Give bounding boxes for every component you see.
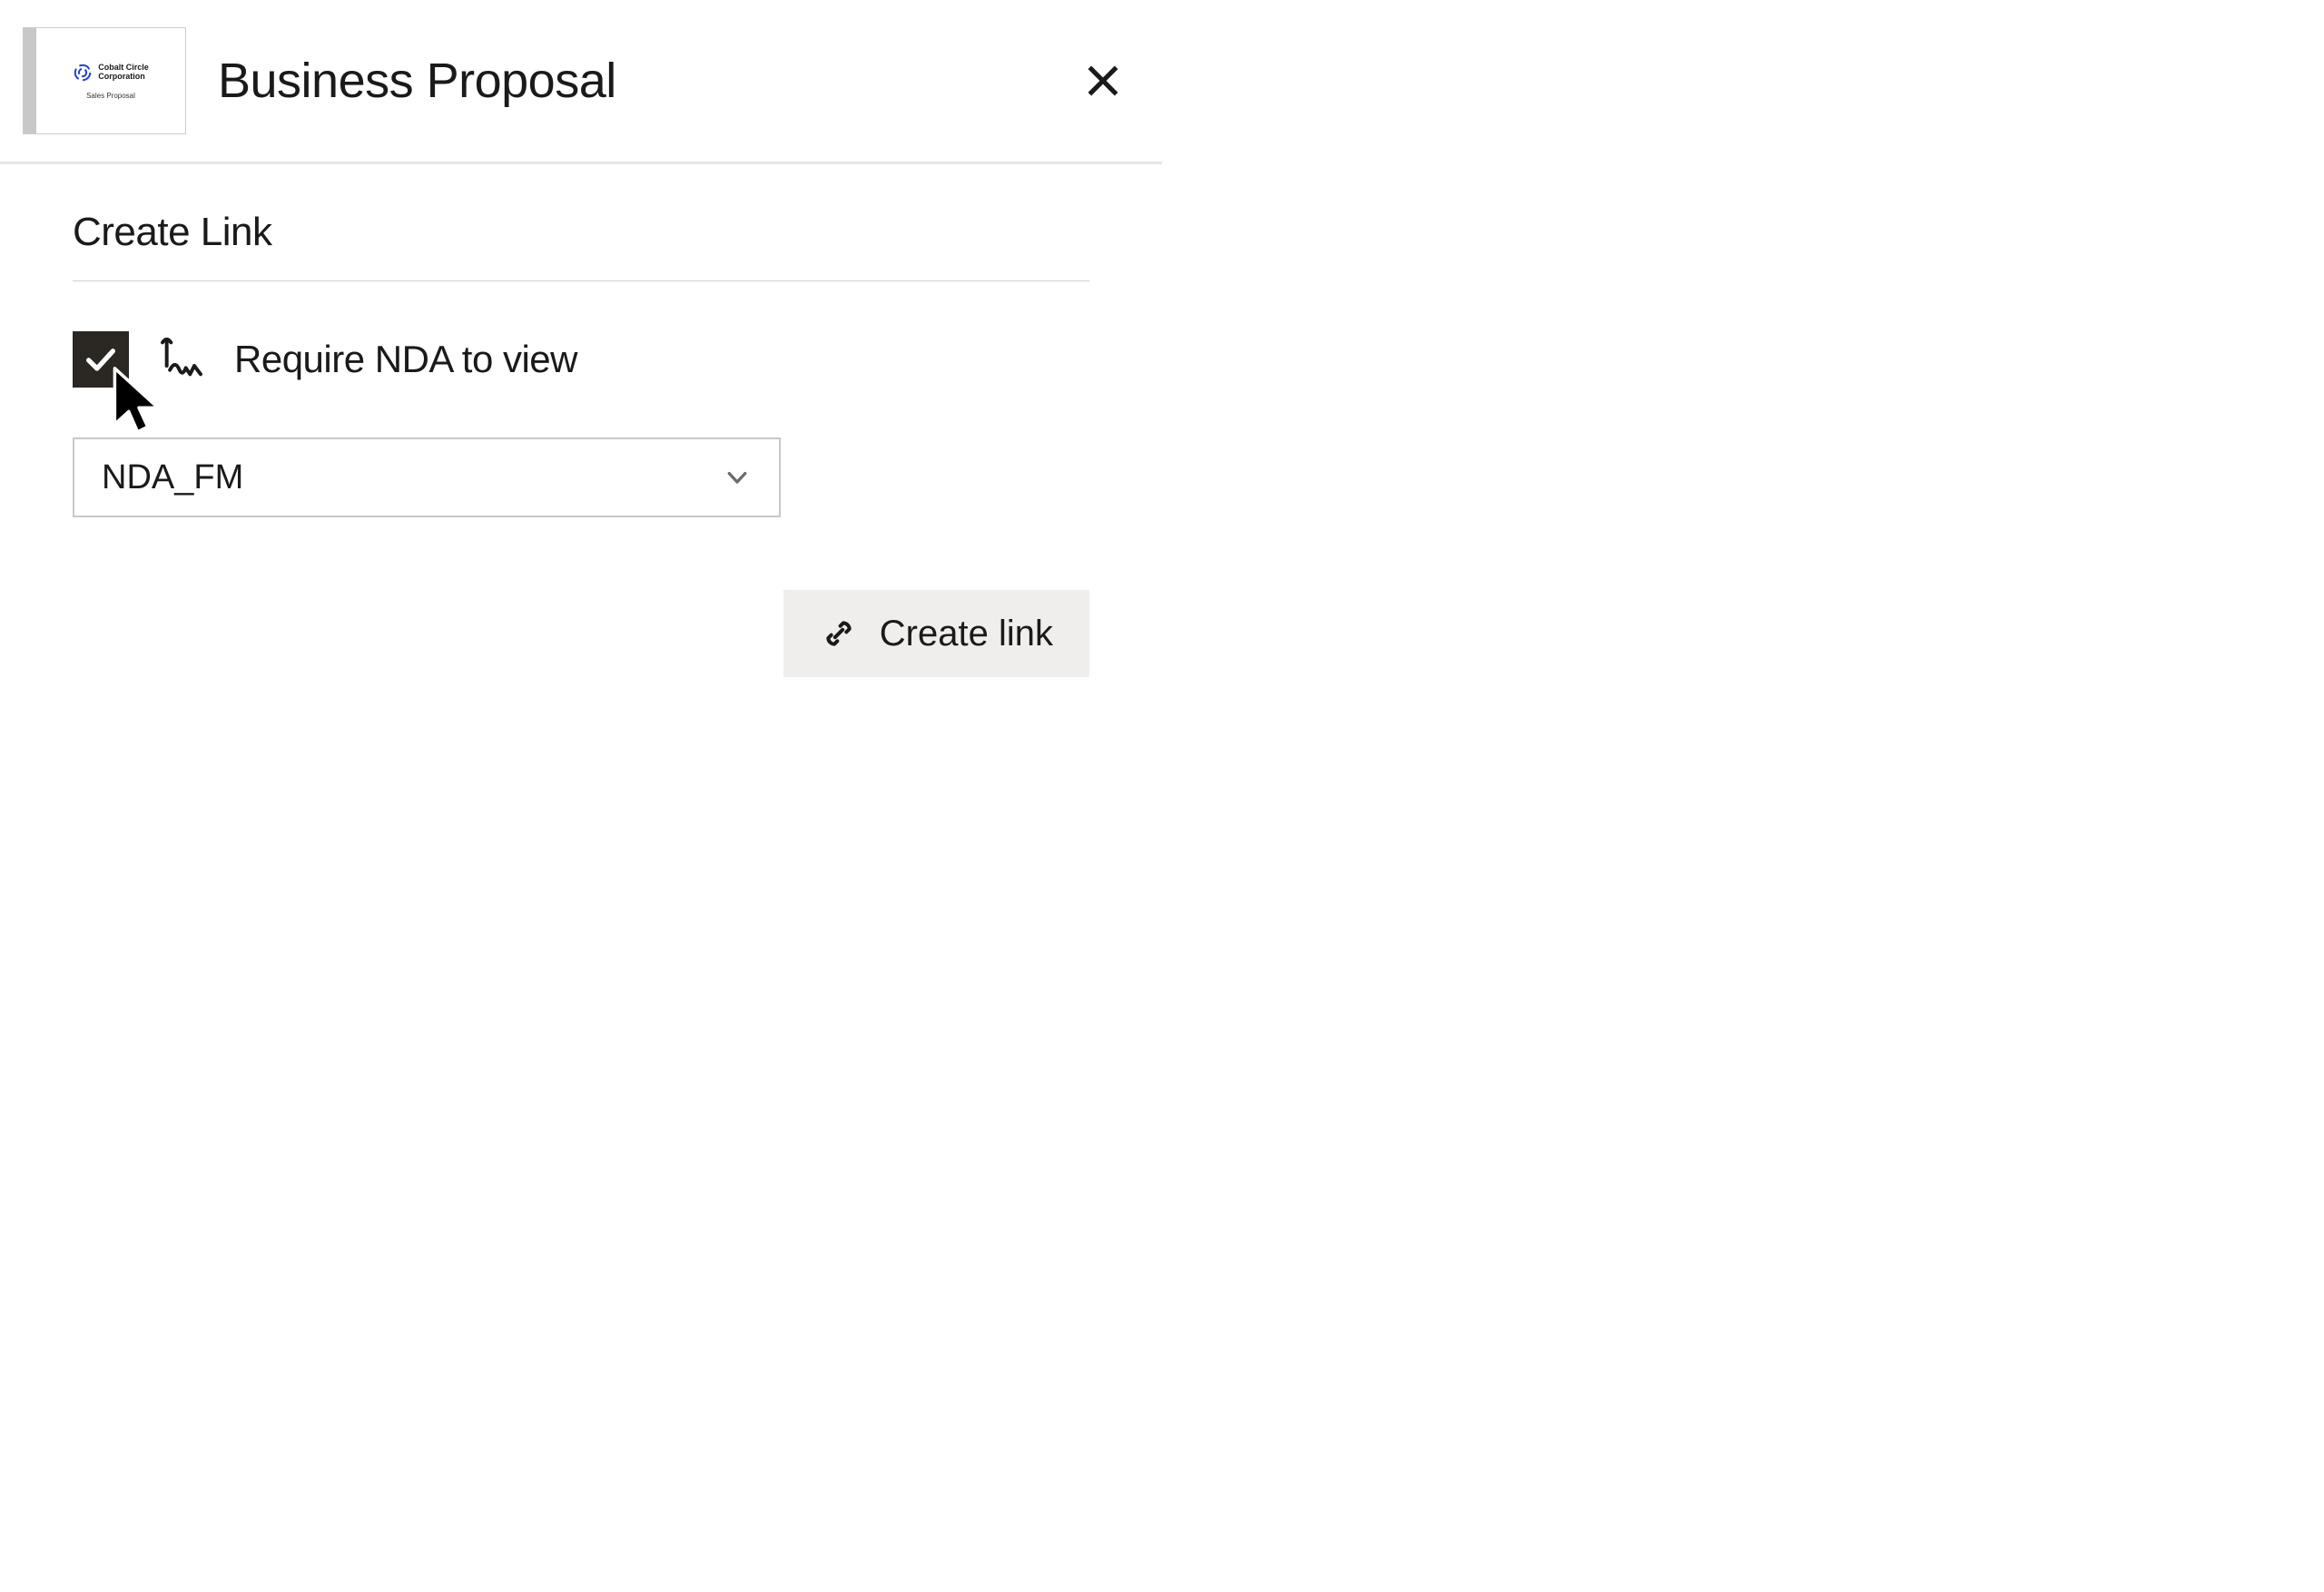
thumbnail-subtitle: Sales Proposal (86, 92, 135, 100)
create-link-button[interactable]: Create link (783, 590, 1089, 677)
document-thumbnail: Cobalt Circle Corporation Sales Proposal (23, 27, 186, 134)
cobalt-circle-logo-icon (73, 63, 93, 83)
close-icon (1083, 61, 1123, 101)
section-divider (73, 280, 1089, 281)
thumbnail-spiral-binding (24, 28, 36, 133)
require-nda-checkbox[interactable] (73, 331, 129, 388)
thumbnail-company-line2: Corporation (98, 73, 149, 82)
create-link-button-label: Create link (880, 614, 1053, 654)
nda-template-select[interactable]: NDA_FM (73, 437, 781, 517)
link-icon (820, 614, 858, 653)
dialog-title: Business Proposal (218, 53, 616, 109)
select-value: NDA_FM (102, 458, 243, 497)
thumbnail-content: Cobalt Circle Corporation Sales Proposal (36, 28, 185, 133)
chevron-down-icon (723, 463, 752, 492)
require-nda-label: Require NDA to view (234, 338, 577, 381)
require-nda-row: Require NDA to view (73, 331, 1089, 388)
signature-icon (156, 334, 207, 385)
dialog-header: Cobalt Circle Corporation Sales Proposal… (0, 0, 1162, 164)
create-link-section: Create Link Require NDA to view NDA_FM (0, 164, 1162, 626)
checkmark-icon (83, 341, 119, 378)
section-heading: Create Link (73, 210, 1089, 255)
close-button[interactable] (1080, 58, 1126, 103)
